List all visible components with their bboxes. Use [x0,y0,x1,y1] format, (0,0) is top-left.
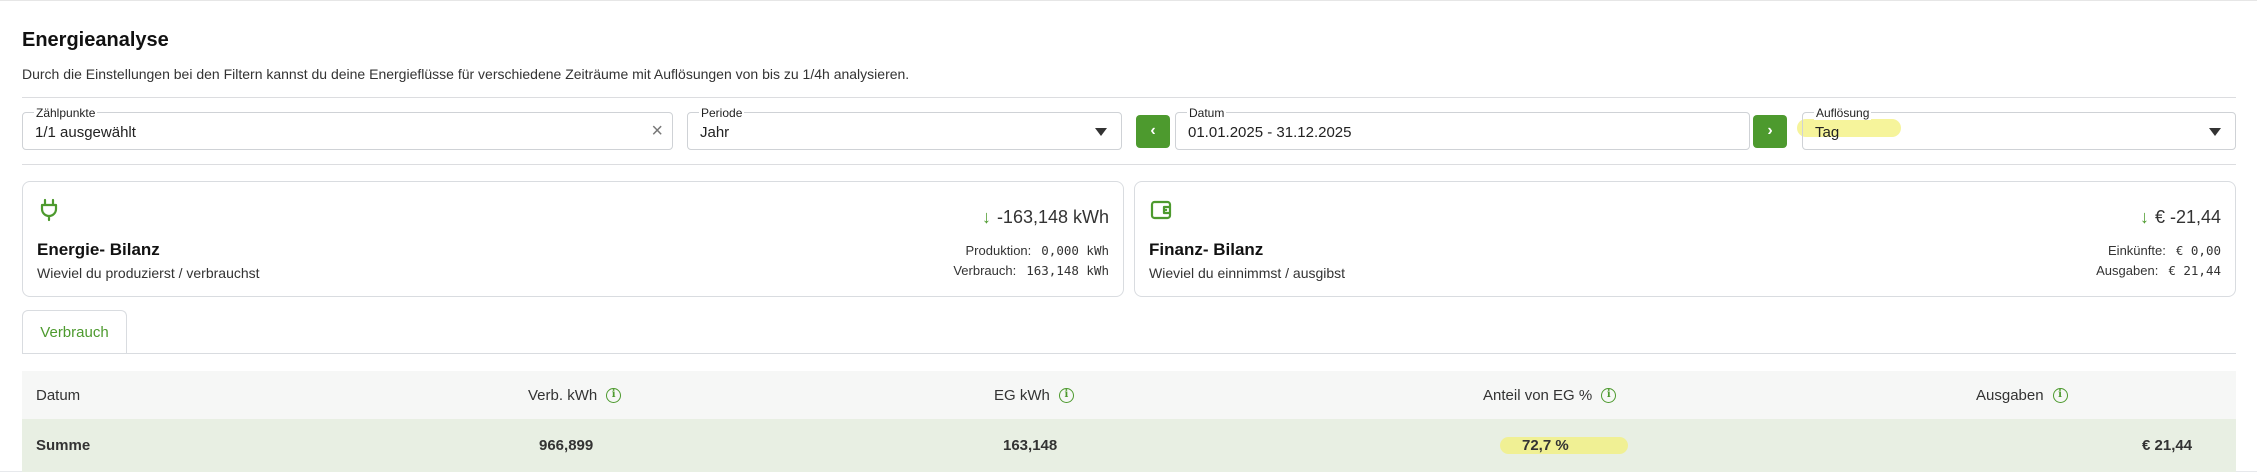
finanz-title: Finanz- Bilanz [1149,240,1264,259]
column-verb-kwh[interactable]: Verb. kWh i [528,371,622,419]
column-label: Anteil von EG % [1483,386,1593,404]
next-period-button[interactable]: › [1753,115,1787,148]
table-summary-row: Summe 966,899 163,148 72,7 % € 21,44 [22,419,2236,472]
column-label: EG kWh [994,386,1050,404]
page: Energieanalyse Durch die Einstellungen b… [0,0,2257,472]
einkuenfte-row: Einkünfte: € 0,00 [2108,243,2221,258]
aufloesung-select[interactable]: Auflösung Tag [1802,106,2236,150]
page-title: Energieanalyse [22,29,169,51]
summary-label: Summe [36,437,91,454]
energie-subtitle: Wieviel du produzierst / verbrauchst [37,265,260,281]
produktion-row: Produktion: 0,000 kWh [966,243,1110,258]
verbrauch-value: 163,148 kWh [1026,263,1109,278]
page-description: Durch die Einstellungen bei den Filtern … [22,66,910,82]
finanz-total-value: € -21,44 [2154,207,2221,227]
plug-icon [40,198,58,222]
summary-verb-kwh: 966,899 [539,437,594,454]
produktion-value: 0,000 kWh [1041,243,1109,258]
finanz-subtitle: Wieviel du einnimmst / ausgibst [1149,265,1346,281]
info-icon[interactable]: i [606,387,622,403]
column-eg-kwh[interactable]: EG kWh i [994,371,1074,419]
tab-divider [22,353,2236,354]
column-anteil-eg[interactable]: Anteil von EG % i [1483,371,1617,419]
verbrauch-label: Verbrauch: [953,263,1017,278]
clear-icon[interactable]: × [651,120,663,142]
ausgaben-label: Ausgaben: [2096,263,2159,278]
previous-period-button[interactable]: ‹ [1136,115,1170,148]
einkuenfte-value: € 0,00 [2175,243,2221,258]
periode-select[interactable]: Periode Jahr [687,106,1122,150]
column-label: Ausgaben [1976,386,2044,404]
summary-anteil-eg: 72,7 % [1522,437,1569,454]
divider [22,164,2236,165]
wallet-icon [1150,200,1172,220]
info-icon[interactable]: i [2052,387,2068,403]
aufloesung-label: Auflösung [1814,106,1872,120]
arrow-down-icon: ↓ [981,207,991,227]
column-datum[interactable]: Datum [36,371,80,419]
table-header: Datum Verb. kWh i EG kWh i Anteil von EG %… [22,371,2236,419]
zaehlpunkte-value: 1/1 ausgewählt [35,124,136,141]
energie-total-value: -163,148 kWh [996,207,1109,227]
column-ausgaben[interactable]: Ausgaben i [1976,371,2068,419]
finanz-total: ↓ € -21,44 [2140,207,2221,228]
aufloesung-value: Tag [1815,124,1840,141]
periode-label: Periode [699,106,745,120]
arrow-down-icon: ↓ [2139,207,2149,227]
column-label: Verb. kWh [528,386,598,404]
verbrauch-row: Verbrauch: 163,148 kWh [953,263,1109,278]
datum-label: Datum [1187,106,1227,120]
energie-total: ↓ -163,148 kWh [982,207,1109,228]
ausgaben-row: Ausgaben: € 21,44 [2096,263,2221,278]
summary-ausgaben: € 21,44 [2142,437,2193,454]
info-icon[interactable]: i [1058,387,1074,403]
datum-field[interactable]: Datum 01.01.2025 - 31.12.2025 [1175,106,1750,150]
produktion-label: Produktion: [965,243,1032,258]
tab-verbrauch[interactable]: Verbrauch [22,310,127,353]
summary-eg-kwh: 163,148 [1003,437,1058,454]
energie-title: Energie- Bilanz [37,240,160,259]
column-label: Datum [36,386,81,404]
datum-value: 01.01.2025 - 31.12.2025 [1188,124,1352,141]
info-icon[interactable]: i [1601,387,1617,403]
zaehlpunkte-select[interactable]: Zählpunkte 1/1 ausgewählt × [22,106,673,150]
chevron-down-icon[interactable] [2209,128,2221,136]
periode-value: Jahr [700,124,730,141]
finanz-bilanz-card: ↓ € -21,44 Finanz- Bilanz Wieviel du einn… [1134,181,2236,297]
energie-bilanz-card: ↓ -163,148 kWh Energie- Bilanz Wieviel du… [22,181,1124,297]
chevron-down-icon[interactable] [1095,128,1107,136]
ausgaben-value: € 21,44 [2168,263,2221,278]
einkuenfte-label: Einkünfte: [2108,243,2166,258]
zaehlpunkte-label: Zählpunkte [34,106,98,120]
divider [22,97,2236,98]
